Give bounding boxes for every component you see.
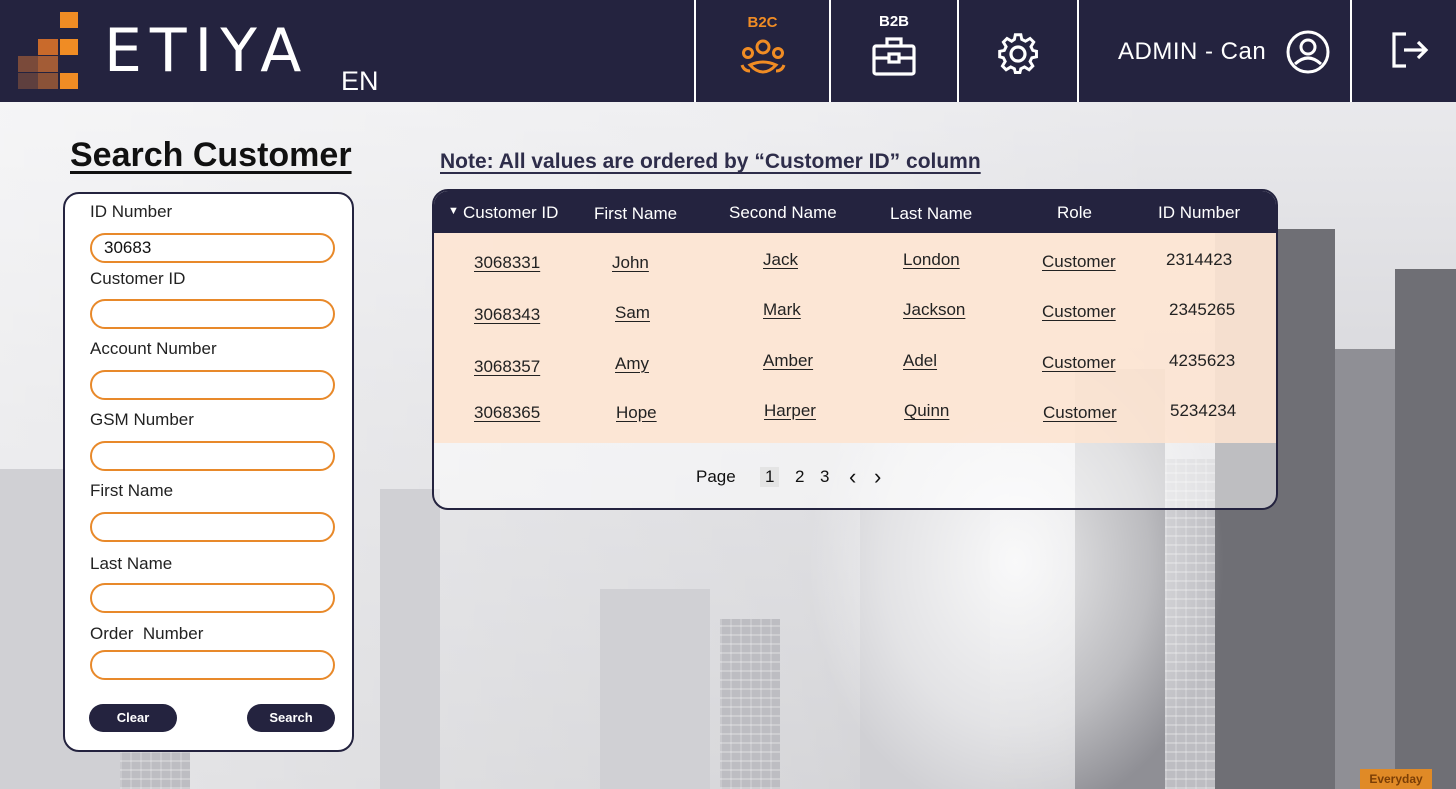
customer-id-link[interactable]: 3068357 xyxy=(474,357,540,377)
customer-id-link[interactable]: 3068343 xyxy=(474,305,540,325)
role-link[interactable]: Customer xyxy=(1042,302,1116,322)
logout-icon[interactable] xyxy=(1390,30,1430,70)
people-group-icon xyxy=(740,39,785,74)
last-name-link[interactable]: Adel xyxy=(903,351,937,371)
id-number-input[interactable]: 30683 xyxy=(90,233,335,263)
gear-icon xyxy=(998,33,1038,74)
header-divider xyxy=(1350,0,1352,102)
first-name-input[interactable] xyxy=(90,512,335,542)
sort-desc-icon[interactable]: ▼ xyxy=(448,205,459,217)
last-name-link[interactable]: Jackson xyxy=(903,300,965,320)
customer-id-link[interactable]: 3068331 xyxy=(474,253,540,273)
briefcase-icon xyxy=(872,37,916,76)
nav-b2b-label: B2B xyxy=(878,13,909,30)
customer-id-label: Customer ID xyxy=(90,269,186,288)
column-header-first-name[interactable]: First Name xyxy=(594,204,677,224)
footer-badge: Everyday xyxy=(1360,769,1432,789)
second-name-link[interactable]: Jack xyxy=(763,250,798,270)
role-link[interactable]: Customer xyxy=(1042,252,1116,272)
last-name-label: Last Name xyxy=(90,554,173,573)
second-name-link[interactable]: Amber xyxy=(763,351,813,371)
id-number-value: 2345265 xyxy=(1169,300,1236,319)
page-1-button[interactable]: 1 xyxy=(760,467,780,487)
column-header-customer-id[interactable]: Customer ID xyxy=(463,203,558,223)
id-number-value: 4235623 xyxy=(1169,351,1236,370)
customer-id-link[interactable]: 3068365 xyxy=(474,403,540,423)
user-circle-icon[interactable] xyxy=(1286,30,1330,74)
first-name-label: First Name xyxy=(90,481,174,500)
gsm-number-label: GSM Number xyxy=(90,410,194,429)
language-selector[interactable]: EN xyxy=(341,66,379,97)
column-header-last-name[interactable]: Last Name xyxy=(890,204,972,224)
id-number-value: 2314423 xyxy=(1166,250,1233,269)
pagination: Page 1 2 3 ‹ › xyxy=(434,464,1276,491)
table-body: 3068331 John Jack London Customer 231442… xyxy=(434,233,1276,443)
search-form: ID Number 30683 Customer ID Account Numb… xyxy=(63,192,354,752)
page-title: Search Customer xyxy=(70,136,352,174)
brand-name: ETIYA xyxy=(104,16,310,86)
gsm-number-input[interactable] xyxy=(90,441,335,471)
header-divider xyxy=(1077,0,1079,102)
first-name-link[interactable]: Hope xyxy=(616,403,657,423)
role-link[interactable]: Customer xyxy=(1043,403,1117,423)
first-name-link[interactable]: John xyxy=(612,253,649,273)
nav-b2c-label: B2C xyxy=(747,14,778,31)
account-number-input[interactable] xyxy=(90,370,335,400)
order-number-label: Order Number xyxy=(90,624,204,643)
page-2-button[interactable]: 2 xyxy=(795,467,804,487)
account-number-label: Account Number xyxy=(90,339,217,358)
ordering-note: Note: All values are ordered by “Custome… xyxy=(440,150,981,173)
last-name-input[interactable] xyxy=(90,583,335,613)
customer-id-input[interactable] xyxy=(90,299,335,329)
first-name-link[interactable]: Sam xyxy=(615,303,650,323)
page-label: Page xyxy=(696,467,736,486)
clear-button[interactable]: Clear xyxy=(89,704,177,732)
table-header: ▼ Customer ID First Name Second Name Las… xyxy=(434,191,1276,233)
column-header-id-number[interactable]: ID Number xyxy=(1158,203,1240,223)
role-link[interactable]: Customer xyxy=(1042,353,1116,373)
order-number-input[interactable] xyxy=(90,650,335,680)
chevron-right-icon[interactable]: › xyxy=(874,464,881,490)
second-name-link[interactable]: Harper xyxy=(764,401,816,421)
last-name-link[interactable]: London xyxy=(903,250,960,270)
results-table: ▼ Customer ID First Name Second Name Las… xyxy=(432,189,1278,510)
id-number-value: 5234234 xyxy=(1170,401,1237,420)
chevron-left-icon[interactable]: ‹ xyxy=(849,464,856,490)
search-button[interactable]: Search xyxy=(247,704,335,732)
top-header: ETIYA EN B2C B2B ADMIN - Can xyxy=(0,0,1456,102)
column-header-second-name[interactable]: Second Name xyxy=(729,203,837,223)
second-name-link[interactable]: Mark xyxy=(763,300,801,320)
column-header-role[interactable]: Role xyxy=(1057,203,1092,223)
nav-b2c[interactable]: B2C xyxy=(696,0,829,102)
user-name: ADMIN - Can xyxy=(1118,38,1267,65)
first-name-link[interactable]: Amy xyxy=(615,354,649,374)
last-name-link[interactable]: Quinn xyxy=(904,401,949,421)
settings-button[interactable] xyxy=(959,0,1077,102)
nav-b2b[interactable]: B2B xyxy=(831,0,957,102)
etiya-logo-mark xyxy=(18,12,80,90)
page-3-button[interactable]: 3 xyxy=(820,467,829,487)
id-number-label: ID Number xyxy=(90,202,173,221)
